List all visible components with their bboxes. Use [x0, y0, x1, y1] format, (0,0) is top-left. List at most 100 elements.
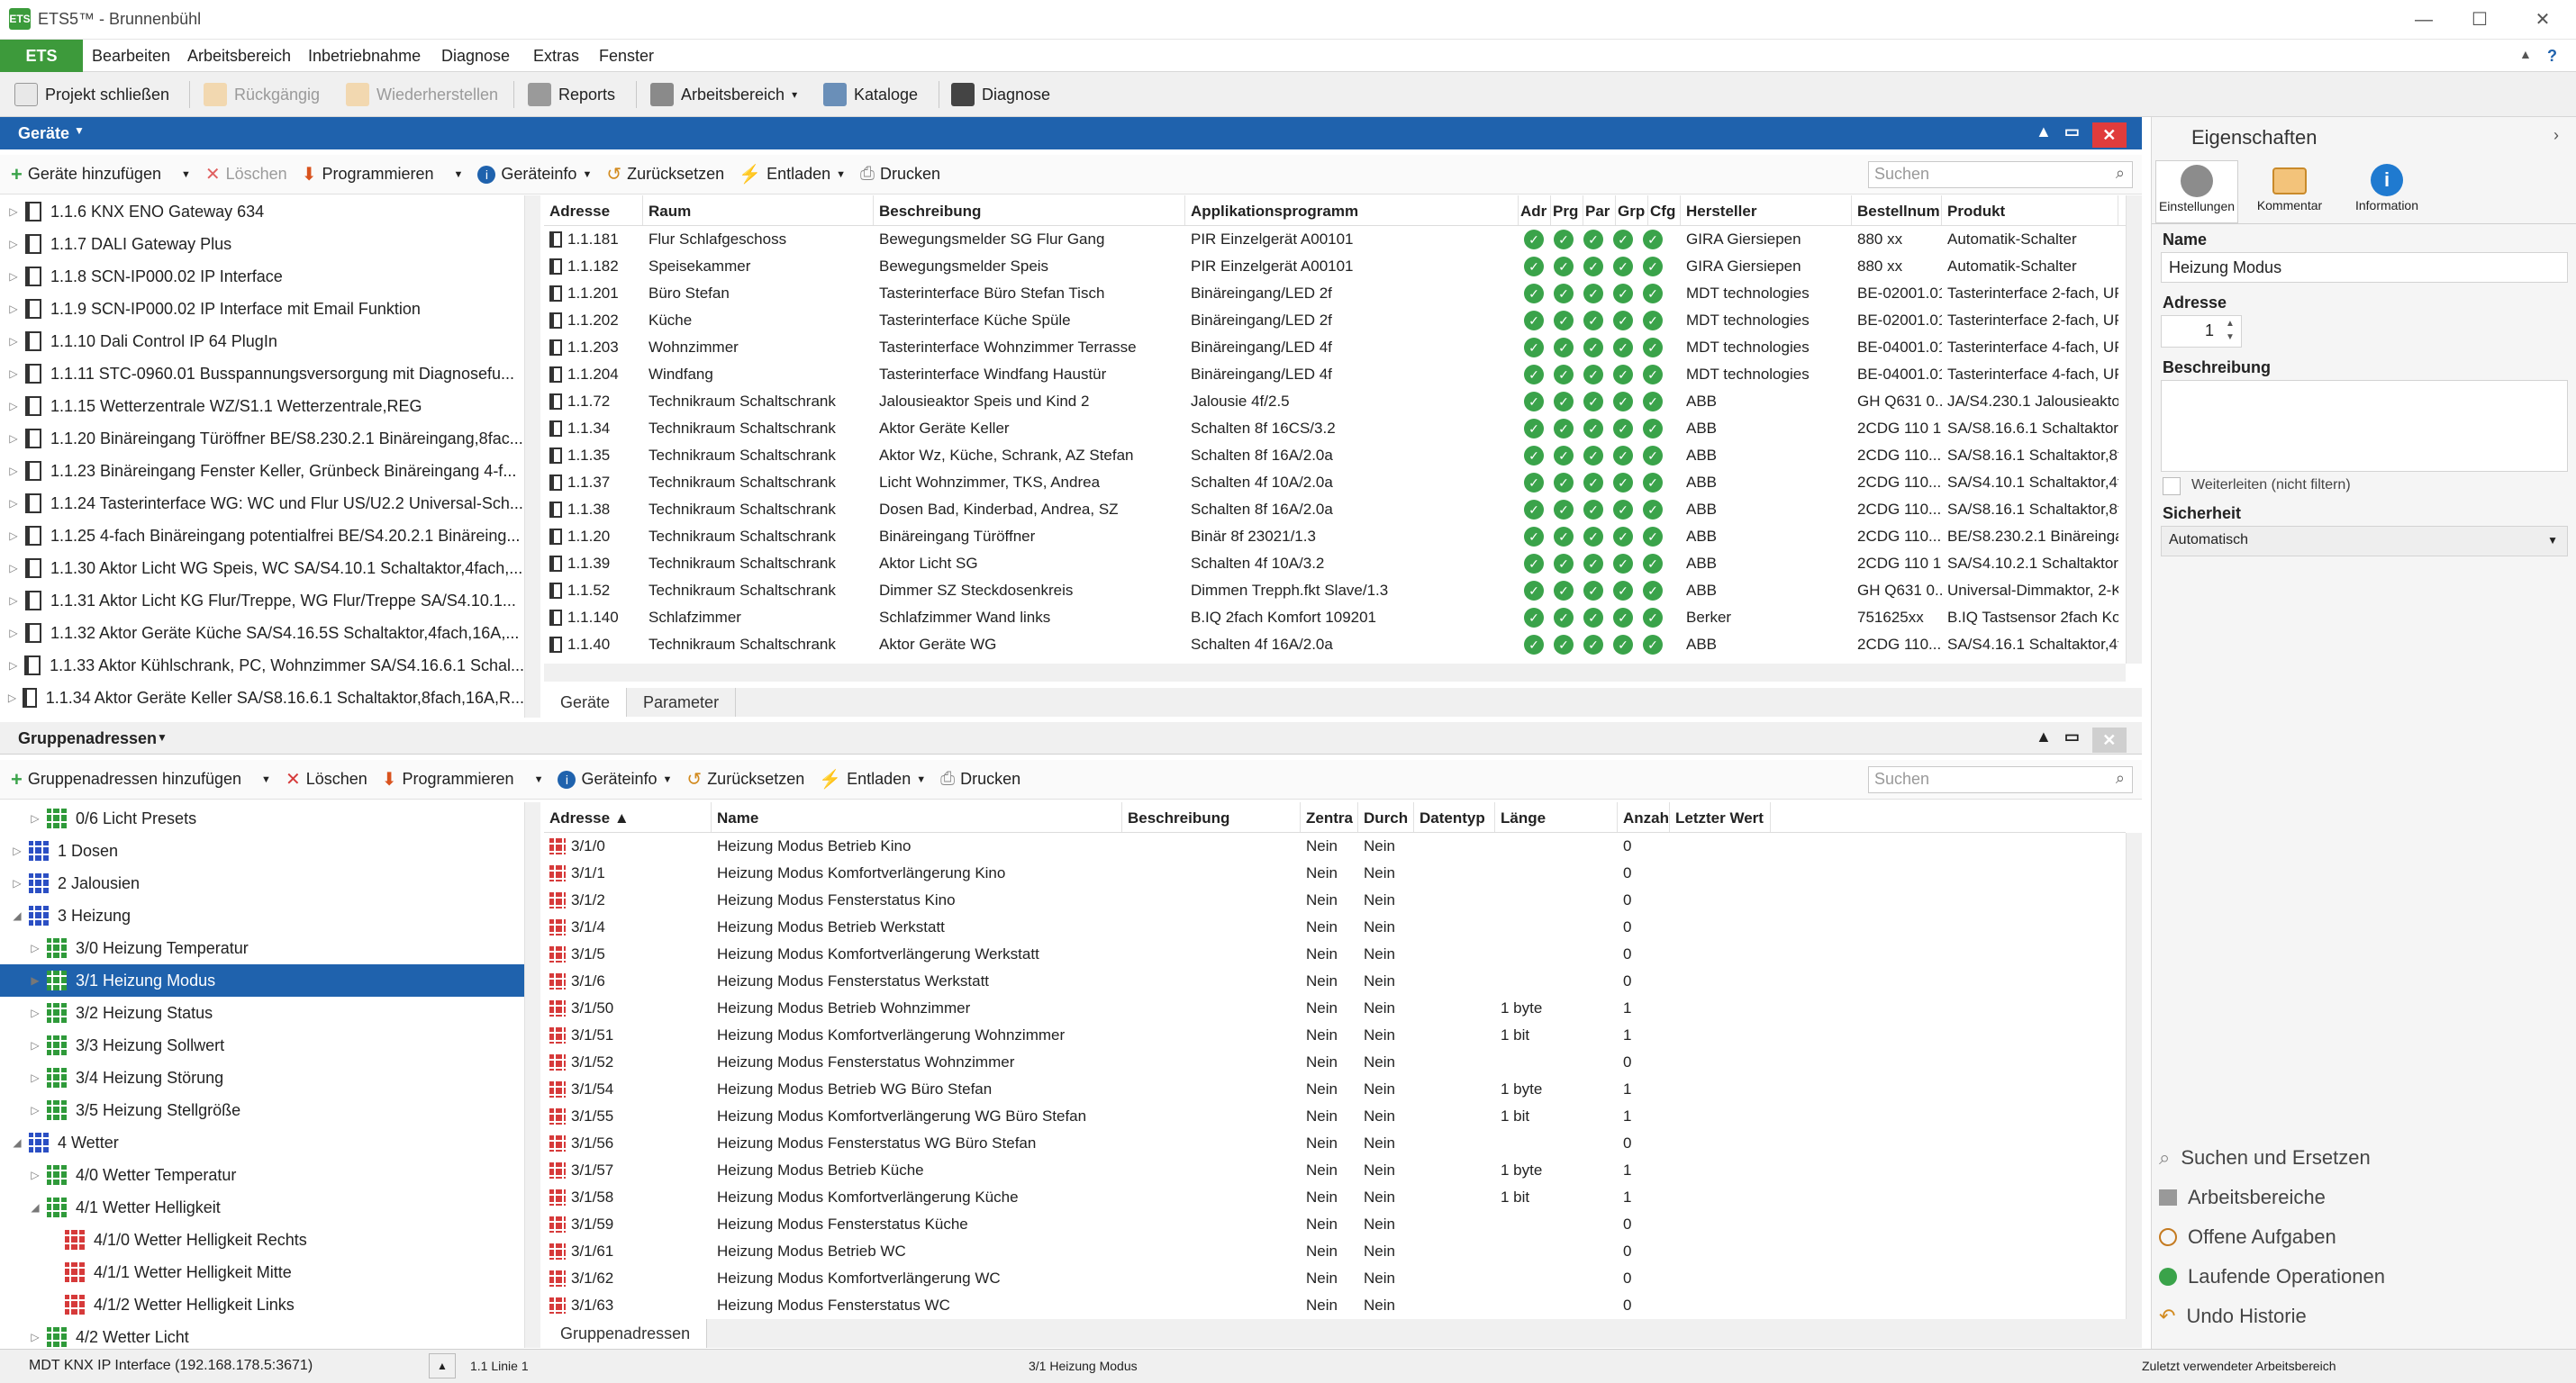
table-row[interactable]: 1.1.37 Technikraum Schaltschrank Licht Woh… [544, 469, 2126, 496]
ga-tree-item[interactable]: ▷ 3/3 Heizung Sollwert [0, 1029, 524, 1062]
undo-history-link[interactable]: ↶ Undo Historie [2159, 1297, 2573, 1336]
table-row[interactable]: 1.1.202 Küche Tasterinterface Küche Spüle B… [544, 307, 2126, 334]
table-row[interactable]: 3/1/55 Heizung Modus Komfortverlängerung … [544, 1103, 2126, 1130]
table-row[interactable]: 1.1.181 Flur Schlafgeschoss Bewegungsmelde… [544, 226, 2126, 253]
tab-kommentar[interactable]: Kommentar [2245, 160, 2334, 223]
chevron-down-icon[interactable]: ▼ [261, 774, 271, 785]
table-row[interactable]: 3/1/52 Heizung Modus Fensterstatus Wohnzi… [544, 1049, 2126, 1076]
catalogs-button[interactable]: Kataloge [818, 79, 923, 110]
table-row[interactable]: 3/1/51 Heizung Modus Komfortverlängerung … [544, 1022, 2126, 1049]
expand-icon[interactable]: ▷ [7, 303, 20, 315]
column-header[interactable]: Beschreibung [874, 195, 1185, 225]
expand-icon[interactable]: ▷ [7, 497, 20, 510]
table-row[interactable]: 3/1/58 Heizung Modus Komfortverlängerung … [544, 1184, 2126, 1211]
add-devices-button[interactable]: + Geräte hinzufügen ▼ [11, 163, 191, 186]
column-header[interactable]: Beschreibung [1122, 802, 1301, 832]
table-row[interactable]: 1.1.140 Schlafzimmer Schlafzimmer Wand lin… [544, 604, 2126, 631]
ga-tree-item[interactable]: ▶ 3/1 Heizung Modus [0, 964, 524, 997]
device-tree-item[interactable]: ▷ 1.1.24 Tasterinterface WG: WC und Flur … [0, 487, 524, 520]
table-row[interactable]: 3/1/59 Heizung Modus Fensterstatus Küche N… [544, 1211, 2126, 1238]
ga-tree-item[interactable]: 4/1/2 Wetter Helligkeit Links [0, 1288, 524, 1321]
devices-grid-hscrollbar[interactable] [544, 664, 2126, 682]
stepper-arrows-icon[interactable]: ▲ ▼ [2226, 317, 2235, 344]
devices-tree-scrollbar[interactable] [524, 195, 540, 718]
expand-icon[interactable]: ▷ [29, 942, 41, 954]
device-tree-item[interactable]: ▷ 1.1.7 DALI Gateway Plus [0, 228, 524, 260]
expand-icon[interactable]: ▷ [7, 692, 17, 704]
devices-grid-scrollbar[interactable] [2126, 195, 2142, 664]
table-row[interactable]: 1.1.20 Technikraum Schaltschrank Binäreing… [544, 523, 2126, 550]
unload-button[interactable]: ⚡ Entladen ▼ [819, 768, 926, 791]
column-header[interactable]: Hersteller [1681, 195, 1852, 225]
expand-icon[interactable]: ▷ [11, 877, 23, 890]
menu-fenster[interactable]: Fenster [599, 47, 654, 66]
expand-icon[interactable]: ▷ [29, 1331, 41, 1343]
device-tree-item[interactable]: ▷ 1.1.11 STC-0960.01 Busspannungsversorgu… [0, 357, 524, 390]
ga-tree-item[interactable]: ◢ 3 Heizung [0, 899, 524, 932]
table-row[interactable]: 1.1.201 Büro Stefan Tasterinterface Büro S… [544, 280, 2126, 307]
expand-icon[interactable]: ▷ [29, 1007, 41, 1019]
expand-icon[interactable]: ▷ [29, 1169, 41, 1181]
delete-button[interactable]: ✕ Löschen [205, 163, 287, 185]
device-tree-item[interactable]: ▷ 1.1.10 Dali Control IP 64 PlugIn [0, 325, 524, 357]
collapse-panel-icon[interactable]: ▲ [2036, 122, 2052, 148]
expand-icon[interactable]: ▷ [7, 465, 20, 477]
expand-icon[interactable]: ▷ [7, 335, 20, 348]
ga-tree-item[interactable]: ◢ 4/1 Wetter Helligkeit [0, 1191, 524, 1224]
table-row[interactable]: 3/1/61 Heizung Modus Betrieb WC Nein Nein 0 [544, 1238, 2126, 1265]
ga-tree-item[interactable]: ▷ 3/4 Heizung Störung [0, 1062, 524, 1094]
undo-button[interactable]: Rückgängig [198, 79, 325, 110]
expand-icon[interactable]: ▷ [29, 1104, 41, 1116]
column-header[interactable]: Adresse [544, 195, 643, 225]
table-row[interactable]: 3/1/2 Heizung Modus Fensterstatus Kino Nei… [544, 887, 2126, 914]
expand-icon[interactable]: ▷ [7, 205, 20, 218]
table-row[interactable]: 1.1.203 Wohnzimmer Tasterinterface Wohnzim… [544, 334, 2126, 361]
table-row[interactable]: 1.1.52 Technikraum Schaltschrank Dimmer SZ… [544, 577, 2126, 604]
security-select[interactable]: Automatisch ▼ [2161, 526, 2568, 556]
column-header[interactable]: Name [712, 802, 1122, 832]
device-tree-item[interactable]: ▷ 1.1.6 KNX ENO Gateway 634 [0, 195, 524, 228]
expand-icon[interactable]: ▷ [29, 1071, 41, 1084]
chevron-down-icon[interactable]: ▼ [157, 731, 168, 744]
device-tree-item[interactable]: ▷ 1.1.30 Aktor Licht WG Speis, WC SA/S4.1… [0, 552, 524, 584]
menu-arbeitsbereich[interactable]: Arbeitsbereich [187, 47, 291, 66]
column-header[interactable]: Cfg [1648, 195, 1681, 225]
column-header[interactable]: Durch [1358, 802, 1414, 832]
ga-tree-item[interactable]: ▷ 3/0 Heizung Temperatur [0, 932, 524, 964]
collapse-ribbon-icon[interactable]: ▲ [2519, 47, 2532, 61]
tab-geraete[interactable]: Geräte [544, 688, 628, 717]
workspace-button[interactable]: Arbeitsbereich ▾ [645, 79, 803, 110]
ga-tree-item[interactable]: ▷ 3/2 Heizung Status [0, 997, 524, 1029]
menu-bearbeiten[interactable]: Bearbeiten [92, 47, 170, 66]
reports-button[interactable]: Reports [522, 79, 621, 110]
diagnose-button[interactable]: Diagnose [946, 79, 1056, 110]
table-row[interactable]: 3/1/5 Heizung Modus Komfortverlängerung W… [544, 941, 2126, 968]
print-button[interactable]: ⎙ Drucken [860, 164, 940, 185]
device-tree-item[interactable]: ▷ 1.1.32 Aktor Geräte Küche SA/S4.16.5S S… [0, 617, 524, 649]
expand-icon[interactable]: ▷ [7, 594, 20, 607]
expand-icon[interactable]: ▶ [29, 974, 41, 987]
column-header[interactable]: Zentra [1301, 802, 1358, 832]
device-tree-item[interactable]: ▷ 1.1.9 SCN-IP000.02 IP Interface mit Ema… [0, 293, 524, 325]
column-header[interactable]: Prg [1551, 195, 1583, 225]
column-header[interactable]: Anzah [1618, 802, 1670, 832]
tab-information[interactable]: i Information [2337, 160, 2436, 223]
name-field[interactable]: Heizung Modus [2161, 252, 2568, 283]
column-header[interactable]: Adresse ▲ [544, 802, 712, 832]
ga-tree-item[interactable]: 4/1/0 Wetter Helligkeit Rechts [0, 1224, 524, 1256]
device-tree-item[interactable]: ▷ 1.1.34 Aktor Geräte Keller SA/S8.16.6.1… [0, 682, 524, 714]
add-group-address-button[interactable]: + Gruppenadressen hinzufügen ▼ [11, 768, 271, 791]
expand-icon[interactable]: ◢ [11, 909, 23, 922]
expand-icon[interactable]: ▷ [7, 529, 20, 542]
column-header[interactable]: Raum [643, 195, 874, 225]
device-tree-item[interactable]: ▷ 1.1.33 Aktor Kühlschrank, PC, Wohnzimme… [0, 649, 524, 682]
expand-icon[interactable]: ▷ [7, 562, 20, 574]
expand-icon[interactable]: ▷ [7, 627, 20, 639]
program-button[interactable]: ⬇ Programmieren ▼ [302, 163, 464, 185]
ets-menu-button[interactable]: ETS [0, 40, 83, 72]
chevron-down-icon[interactable]: ▼ [454, 169, 464, 180]
device-info-button[interactable]: i Geräteinfo ▼ [477, 165, 592, 184]
chevron-down-icon[interactable]: ▼ [534, 774, 544, 785]
ga-panel-title[interactable]: Gruppenadressen [18, 729, 157, 748]
menu-diagnose[interactable]: Diagnose [441, 47, 510, 66]
